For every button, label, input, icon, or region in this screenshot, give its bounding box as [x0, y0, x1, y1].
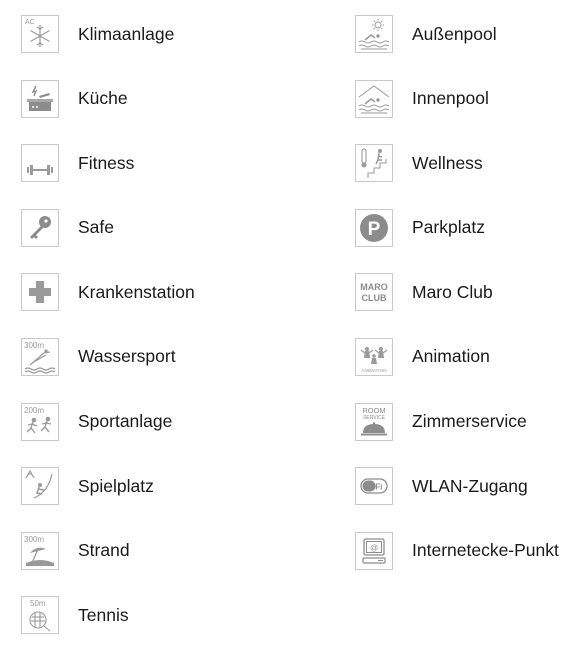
amenity-animation: ANIMATION Animation — [355, 337, 559, 377]
amenity-internetecke: @ Internetecke-Punkt — [355, 531, 559, 571]
amenity-spielplatz: Spielplatz — [21, 466, 195, 506]
amenity-wassersport: 300m Wassersport — [21, 337, 195, 377]
animation-icon: ANIMATION — [355, 337, 393, 376]
amenity-wellness: Wellness — [355, 143, 559, 183]
tennis-icon: 50m — [21, 596, 59, 635]
amenity-klimaanlage: AC Klimaanlage — [21, 14, 195, 54]
svg-text:50m: 50m — [30, 599, 46, 608]
amenity-tennis: 50m Tennis — [21, 595, 195, 635]
amenity-parkplatz: P Parkplatz — [355, 208, 559, 248]
amenity-zimmerservice: ROOM SERVICE Zimmerservice — [355, 402, 559, 442]
svg-text:200m: 200m — [24, 406, 44, 415]
dumbbell-icon — [21, 144, 59, 183]
amenity-label: WLAN-Zugang — [412, 475, 528, 496]
amenity-label: Spielplatz — [78, 475, 154, 496]
svg-text:WiFi: WiFi — [366, 483, 383, 492]
medical-cross-icon — [21, 273, 59, 312]
amenity-label: Wellness — [412, 152, 483, 173]
amenity-krankenstation: Krankenstation — [21, 272, 195, 312]
svg-text:300m: 300m — [24, 341, 44, 350]
amenity-wlan: WiFi WLAN-Zugang — [355, 466, 559, 506]
sport-facility-icon: 200m — [21, 402, 59, 441]
svg-text:P: P — [368, 219, 381, 240]
svg-text:CLUB: CLUB — [362, 293, 387, 303]
kitchen-icon — [21, 79, 59, 118]
amenity-aussenpool: Außenpool — [355, 14, 559, 54]
amenities-left-column: AC Klimaanlage Küche Fitness Safe Kranke… — [21, 14, 195, 660]
amenity-label: Strand — [78, 540, 130, 561]
amenity-sportanlage: 200m Sportanlage — [21, 402, 195, 442]
amenity-label: Parkplatz — [412, 217, 485, 238]
wifi-icon: WiFi — [355, 467, 393, 506]
internet-corner-icon: @ — [355, 531, 393, 570]
amenity-label: Innenpool — [412, 88, 489, 109]
amenity-label: Maro Club — [412, 281, 493, 302]
indoor-pool-icon — [355, 79, 393, 118]
beach-icon: 300m — [21, 531, 59, 570]
amenity-innenpool: Innenpool — [355, 79, 559, 119]
amenity-fitness: Fitness — [21, 143, 195, 183]
svg-text:SERVICE: SERVICE — [363, 415, 386, 421]
svg-text:MARO: MARO — [360, 282, 388, 292]
amenity-label: Tennis — [78, 604, 129, 625]
amenity-maro-club: MARO CLUB Maro Club — [355, 272, 559, 312]
key-icon — [21, 208, 59, 247]
amenity-strand: 300m Strand — [21, 531, 195, 571]
amenity-label: Krankenstation — [78, 281, 195, 302]
playground-icon — [21, 467, 59, 506]
amenity-label: Wassersport — [78, 346, 176, 367]
wellness-icon — [355, 144, 393, 183]
amenity-label: Klimaanlage — [78, 23, 175, 44]
amenity-label: Animation — [412, 346, 490, 367]
outdoor-pool-icon — [355, 15, 393, 53]
amenity-label: Internetecke-Punkt — [412, 540, 559, 561]
svg-text:AC: AC — [25, 19, 35, 26]
svg-text:@: @ — [370, 543, 378, 552]
svg-text:300m: 300m — [24, 535, 44, 544]
amenities-right-column: Außenpool Innenpool Wellness P Parkplatz… — [355, 14, 559, 595]
air-conditioning-icon: AC — [21, 15, 59, 53]
room-service-icon: ROOM SERVICE — [355, 402, 393, 441]
amenity-label: Safe — [78, 217, 114, 238]
maro-club-icon: MARO CLUB — [355, 273, 393, 312]
parking-icon: P — [355, 208, 393, 247]
amenity-label: Fitness — [78, 152, 135, 173]
svg-text:ROOM: ROOM — [362, 406, 385, 415]
amenity-label: Zimmerservice — [412, 411, 527, 432]
amenity-label: Außenpool — [412, 23, 497, 44]
watersport-icon: 300m — [21, 337, 59, 376]
amenity-safe: Safe — [21, 208, 195, 248]
svg-text:ANIMATION: ANIMATION — [361, 368, 386, 373]
amenity-label: Sportanlage — [78, 411, 173, 432]
amenity-label: Küche — [78, 88, 128, 109]
amenity-kueche: Küche — [21, 79, 195, 119]
